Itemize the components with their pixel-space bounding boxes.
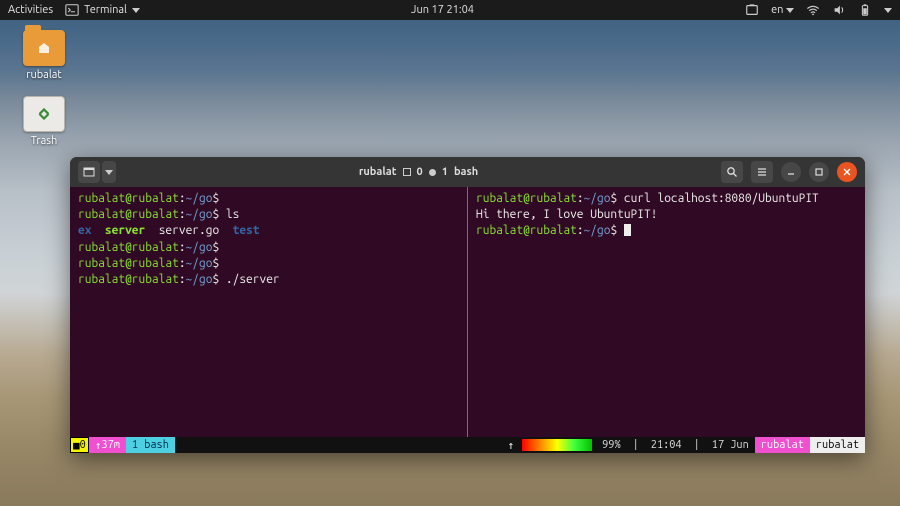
volume-icon[interactable] [832,3,846,17]
hamburger-menu-button[interactable] [751,161,773,183]
status-load-gradient [522,439,592,451]
status-time: 21:04 [645,437,688,453]
desktop-trash[interactable]: Trash [14,96,74,147]
close-button[interactable] [837,162,857,182]
desktop-home-folder[interactable]: rubalat [14,30,74,81]
system-menu-chevron-icon[interactable] [884,8,892,13]
status-battery: 99% [596,437,626,453]
activities-button[interactable]: Activities [8,4,53,16]
minimize-button[interactable] [781,162,801,182]
tab-dropdown-button[interactable] [102,161,116,183]
upload-icon: ↑ [504,439,519,452]
status-session-index: ■0 [70,437,89,453]
folder-icon [23,30,65,66]
terminal-body[interactable]: rubalat@rubalat:~/go$ rubalat@rubalat:~/… [70,187,865,437]
desktop-icon-label: Trash [14,135,74,147]
clock[interactable]: Jun 17 21:04 [140,4,745,16]
search-button[interactable] [721,161,743,183]
terminal-pane-right[interactable]: rubalat@rubalat:~/go$ curl localhost:808… [468,187,865,437]
terminal-icon [65,3,79,17]
chevron-down-icon [132,8,140,13]
gnome-topbar: Activities Terminal Jun 17 21:04 en [0,0,900,20]
chevron-down-icon [105,170,113,175]
byobu-statusbar: ■0 ↑ 37m 1 bash ↑ 99% | 21:04 | 17 Jun r… [70,437,865,453]
terminal-window: rubalat 0 1 bash rubalat@rubalat:~/go$ r… [70,157,865,453]
new-tab-button[interactable] [78,161,100,183]
desktop-icon-label: rubalat [14,69,74,81]
status-separator: | [688,437,706,453]
status-user: rubalat [755,437,810,453]
cursor [624,224,631,236]
chevron-down-icon [786,8,794,13]
trash-icon [23,96,65,132]
app-menu-label: Terminal [84,4,127,16]
window-titlebar[interactable]: rubalat 0 1 bash [70,157,865,187]
battery-icon[interactable] [858,3,872,17]
lang-indicator[interactable]: en [771,4,794,16]
app-menu[interactable]: Terminal [65,3,140,17]
terminal-pane-left[interactable]: rubalat@rubalat:~/go$ rubalat@rubalat:~/… [70,187,467,437]
status-separator: | [627,437,645,453]
screenshot-icon[interactable] [745,3,759,17]
wifi-icon[interactable] [806,3,820,17]
status-uptime: ↑ 37m [89,437,126,453]
maximize-button[interactable] [809,162,829,182]
status-host: rubalat [810,437,865,453]
status-window: 1 bash [126,437,175,453]
status-date: 17 Jun [706,437,755,453]
window-title: rubalat 0 1 bash [124,166,713,178]
